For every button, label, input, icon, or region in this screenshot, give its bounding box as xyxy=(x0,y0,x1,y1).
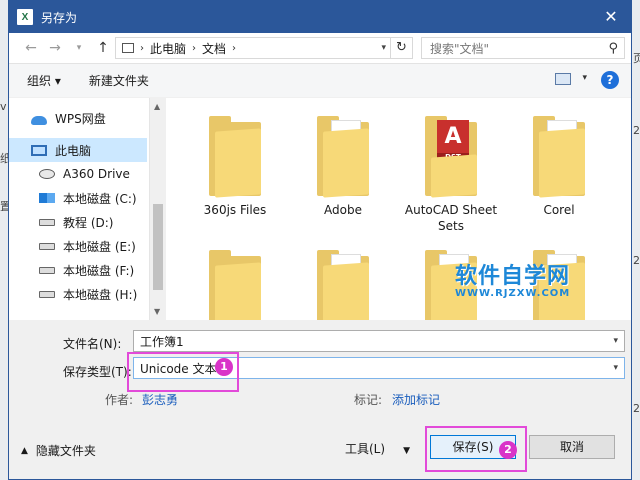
save-options-form: 文件名(N): 工作簿1 ▾ 保存类型(T): Unicode 文本 ▾ 作者:… xyxy=(9,320,631,430)
view-chevron-down-icon[interactable]: ▾ xyxy=(582,73,587,83)
filename-label: 文件名(N): xyxy=(63,337,122,351)
command-toolbar: 组织 ▾ 新建文件夹 ▾ ? xyxy=(9,63,631,97)
up-arrow-icon[interactable]: ↑ xyxy=(91,40,115,56)
scrollbar-thumb[interactable] xyxy=(153,204,163,290)
new-folder-button[interactable]: 新建文件夹 xyxy=(89,72,149,89)
backdrop-text: 2 xyxy=(633,402,640,415)
author-value[interactable]: 彭志勇 xyxy=(142,391,178,408)
autocad-folder-icon: ADST xyxy=(425,116,477,198)
drive-icon xyxy=(39,266,55,274)
file-name: Corel xyxy=(543,203,575,217)
list-item[interactable]: 360js Files xyxy=(181,116,289,218)
view-options-icon[interactable] xyxy=(555,73,571,85)
add-tags-link[interactable]: 添加标记 xyxy=(392,391,440,408)
refresh-icon[interactable]: ↻ xyxy=(390,38,412,58)
folder-document-icon xyxy=(533,116,585,198)
close-icon[interactable]: ✕ xyxy=(601,7,621,27)
sidebar-item-drive-e[interactable]: 本地磁盘 (E:) xyxy=(9,234,147,258)
list-item[interactable]: Corel xyxy=(505,116,613,218)
backdrop-text: 页 xyxy=(633,52,640,65)
author-label: 作者: xyxy=(105,393,134,407)
folder-icon xyxy=(209,116,261,198)
search-placeholder: 搜索"文档" xyxy=(430,41,490,56)
file-name: Adobe xyxy=(324,203,362,217)
dialog-title: 另存为 xyxy=(41,10,78,25)
list-item[interactable]: ADST AutoCAD Sheet Sets xyxy=(397,116,505,234)
scroll-up-icon[interactable]: ▲ xyxy=(154,102,160,111)
sidebar-item-drive-h[interactable]: 本地磁盘 (H:) xyxy=(9,282,147,306)
folder-icon xyxy=(209,250,261,320)
chevron-down-icon[interactable]: ▾ xyxy=(613,363,618,373)
sidebar-item-drive-c[interactable]: 本地磁盘 (C:) xyxy=(9,186,147,210)
chevron-right-icon: › xyxy=(140,42,144,54)
hide-folders-toggle[interactable]: ▲ 隐藏文件夹 xyxy=(21,442,96,459)
backdrop-text: 2 xyxy=(633,124,640,137)
list-item[interactable]: Adobe xyxy=(289,116,397,218)
recent-chevron-down-icon[interactable]: ▾ xyxy=(67,43,91,53)
search-input[interactable]: 搜索"文档" ⚲ xyxy=(421,37,625,59)
watermark-logo: 软件自学网 WWW.RJZXW.COM xyxy=(455,264,571,299)
navigation-pane: WPS网盘 此电脑 A360 Drive 本地磁盘 (C:) 教程 (D:) 本… xyxy=(9,98,149,320)
network-drive-icon xyxy=(39,169,55,179)
title-bar: X 另存为 ✕ xyxy=(9,1,631,33)
sidebar-item-drive-d[interactable]: 教程 (D:) xyxy=(9,210,147,234)
sidebar-item-a360-drive[interactable]: A360 Drive xyxy=(9,162,147,186)
excel-app-icon: X xyxy=(17,9,33,25)
cancel-button[interactable]: 取消 xyxy=(529,435,615,459)
chevron-right-icon: › xyxy=(232,42,237,54)
computer-icon xyxy=(122,43,134,53)
chevron-right-icon: › xyxy=(192,42,197,54)
file-name: 360js Files xyxy=(203,203,267,217)
search-icon[interactable]: ⚲ xyxy=(608,41,618,56)
drive-icon xyxy=(39,290,55,298)
organize-menu[interactable]: 组织 ▾ xyxy=(27,72,61,89)
dialog-footer: ▲ 隐藏文件夹 工具(L) ▼ 保存(S) 取消 xyxy=(9,430,631,480)
sidebar-item-wps-cloud[interactable]: WPS网盘 xyxy=(9,106,147,130)
chevron-down-icon: ▼ xyxy=(403,446,410,456)
save-as-dialog: X 另存为 ✕ ← → ▾ ↑ › 此电脑 › 文档 › ▾ ↻ 搜索"文档" … xyxy=(8,0,632,480)
chevron-up-icon: ▲ xyxy=(21,445,28,456)
cloud-icon xyxy=(31,115,47,125)
address-dropdown-icon[interactable]: ▾ xyxy=(381,43,386,53)
computer-icon xyxy=(31,144,47,156)
annotation-badge-2: 2 xyxy=(499,441,517,459)
folder-document-icon xyxy=(317,250,369,320)
help-icon[interactable]: ? xyxy=(601,71,619,89)
sidebar-item-this-pc[interactable]: 此电脑 xyxy=(9,138,147,162)
filetype-label: 保存类型(T): xyxy=(63,365,132,379)
address-bar[interactable]: › 此电脑 › 文档 › ▾ ↻ xyxy=(115,37,413,59)
forward-arrow-icon[interactable]: → xyxy=(43,40,67,56)
drive-icon xyxy=(39,218,55,226)
windows-drive-icon xyxy=(39,193,55,203)
backdrop-text: v xyxy=(0,100,7,113)
folder-document-icon xyxy=(317,116,369,198)
navigation-bar: ← → ▾ ↑ › 此电脑 › 文档 › ▾ ↻ 搜索"文档" ⚲ xyxy=(9,33,631,63)
breadcrumb-this-pc[interactable]: 此电脑 xyxy=(150,40,186,57)
filename-field[interactable]: 工作簿1 ▾ xyxy=(133,330,625,352)
drive-icon xyxy=(39,242,55,250)
list-item[interactable] xyxy=(181,250,289,320)
list-item[interactable] xyxy=(289,250,397,320)
breadcrumb-documents[interactable]: 文档 xyxy=(202,40,226,57)
file-name: AutoCAD Sheet Sets xyxy=(404,203,498,233)
tags-label: 标记: xyxy=(354,393,383,407)
back-arrow-icon[interactable]: ← xyxy=(19,40,43,56)
sidebar-item-drive-f[interactable]: 本地磁盘 (F:) xyxy=(9,258,147,282)
scroll-down-icon[interactable]: ▼ xyxy=(154,307,160,316)
chevron-down-icon[interactable]: ▾ xyxy=(613,336,618,346)
sidebar-scrollbar[interactable]: ▲ ▼ xyxy=(149,98,166,320)
annotation-badge-1: 1 xyxy=(215,358,233,376)
tools-menu[interactable]: 工具(L) ▼ xyxy=(345,440,410,457)
